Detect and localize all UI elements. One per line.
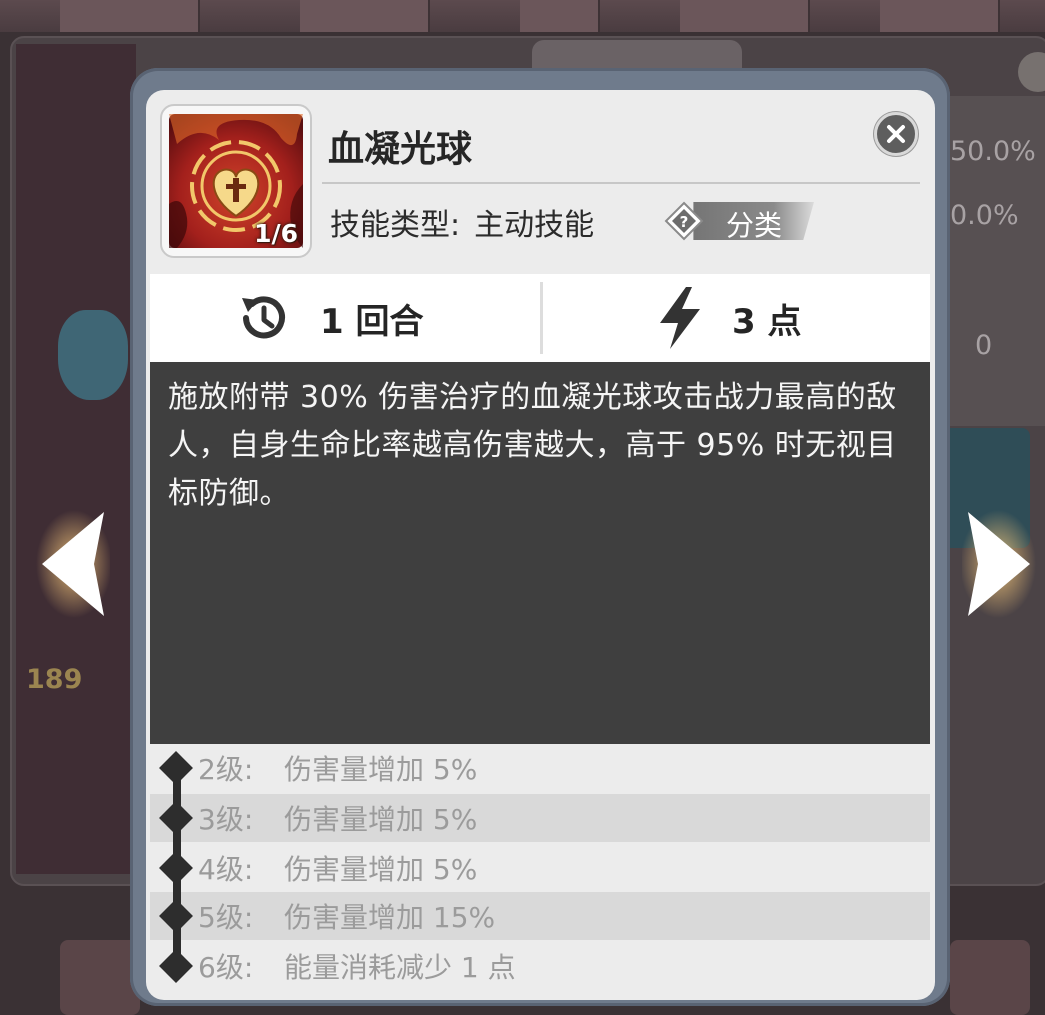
level-row: 5级: 伤害量增加 15% — [150, 892, 930, 940]
energy-cost-value: 3 点 — [732, 301, 802, 342]
skill-stats-bar: 1 回合 3 点 — [150, 274, 930, 362]
svg-text:?: ? — [680, 213, 689, 231]
question-mark-icon: ? — [664, 201, 704, 241]
background-power-value: 189 — [26, 664, 83, 695]
arrow-left-icon — [36, 510, 112, 618]
next-skill-button[interactable] — [960, 508, 1042, 620]
skill-type-value: 主动技能 — [474, 208, 595, 243]
level-number: 3级: — [198, 803, 254, 836]
skill-type-row: 技能类型: 主动技能 — [330, 202, 606, 243]
clock-rewind-icon — [242, 296, 285, 339]
level-effect: 能量消耗减少 1 点 — [284, 951, 516, 984]
level-number: 2级: — [198, 753, 254, 786]
energy-cost-stat: 3 点 — [656, 274, 802, 362]
category-help-button[interactable]: ? 分类 — [662, 198, 818, 244]
background-stat-value: 0.0% — [950, 200, 1019, 231]
level-number: 6级: — [198, 951, 254, 984]
stat-divider — [540, 282, 543, 354]
background-stat-value: 0 — [975, 330, 993, 361]
cooldown-value: 1 回合 — [320, 301, 424, 342]
level-row: 6级: 能量消耗减少 1 点 — [150, 942, 930, 990]
close-icon — [887, 125, 905, 143]
arrow-right-icon — [960, 510, 1036, 618]
background-character-card — [16, 44, 136, 874]
skill-description: 施放附带 30% 伤害治疗的血凝光球攻击战力最高的敌人，自身生命比率越高伤害越大… — [168, 380, 897, 511]
level-effect: 伤害量增加 5% — [284, 803, 478, 836]
level-effect: 伤害量增加 15% — [284, 901, 496, 934]
cooldown-stat: 1 回合 — [236, 274, 424, 362]
level-row: 2级: 伤害量增加 5% — [150, 744, 930, 792]
level-row: 3级: 伤害量增加 5% — [150, 794, 930, 842]
skill-type-label: 技能类型: — [330, 208, 461, 243]
skill-detail-dialog: 1/6 血凝光球 技能类型: 主动技能 ? 分类 1 回合 3 点 施放附带 3… — [146, 90, 935, 1000]
background-stat-value: 50.0% — [950, 136, 1036, 167]
title-divider — [322, 182, 920, 184]
skill-name: 血凝光球 — [328, 129, 473, 170]
background-card — [950, 940, 1030, 1015]
background-card — [60, 940, 140, 1015]
skill-rank-label: 1/6 — [254, 219, 298, 248]
level-effect: 伤害量增加 5% — [284, 853, 478, 886]
previous-skill-button[interactable] — [30, 508, 112, 620]
level-number: 5级: — [198, 901, 254, 934]
lightning-bolt-icon — [660, 287, 700, 349]
level-number: 4级: — [198, 853, 254, 886]
level-upgrade-list: 2级: 伤害量增加 5% 3级: 伤害量增加 5% 4级: 伤害量增加 5% 5… — [150, 744, 930, 996]
background-top-strip — [0, 0, 1045, 32]
background-crystal-art — [58, 310, 128, 400]
level-effect: 伤害量增加 5% — [284, 753, 478, 786]
category-label: 分类 — [726, 209, 783, 242]
close-button[interactable] — [874, 112, 918, 156]
skill-description-panel: 施放附带 30% 伤害治疗的血凝光球攻击战力最高的敌人，自身生命比率越高伤害越大… — [150, 362, 930, 744]
skill-icon-frame: 1/6 — [160, 104, 312, 258]
level-row: 4级: 伤害量增加 5% — [150, 844, 930, 892]
